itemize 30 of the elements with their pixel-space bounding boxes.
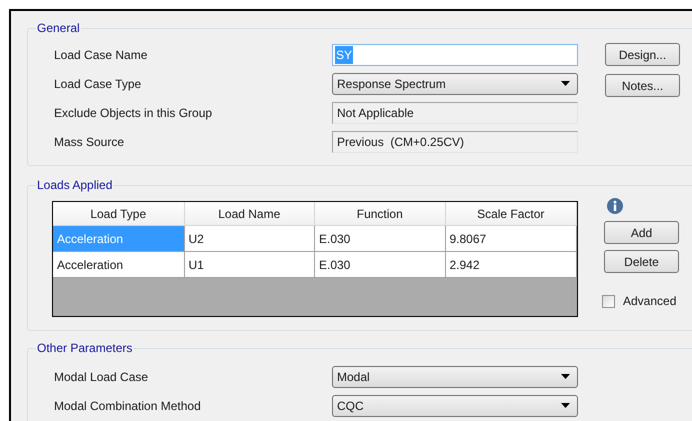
dropdown[interactable]: CQC [332, 394, 578, 416]
column-header[interactable]: Scale Factor [446, 202, 577, 225]
info-icon [607, 198, 623, 214]
field-label: Load Case Type [53, 76, 142, 92]
checkbox[interactable] [602, 294, 615, 308]
dropdown[interactable]: Response Spectrum [332, 72, 578, 94]
table-cell[interactable]: 2.942 [446, 252, 577, 277]
caret-icon [561, 81, 570, 86]
dropdown[interactable]: Modal [332, 366, 578, 388]
readonly-field: Not Applicable [332, 102, 578, 124]
button[interactable]: Design... [605, 43, 680, 66]
table-cell[interactable]: U1 [184, 252, 315, 277]
field-label: Mass Source [53, 134, 126, 150]
field-label: Exclude Objects in this Group [53, 104, 214, 122]
group-title: Loads Applied [36, 177, 114, 193]
caret-icon [561, 374, 570, 379]
button[interactable]: Delete [604, 250, 679, 273]
button[interactable]: Add [604, 221, 679, 244]
column-header[interactable]: Function [315, 202, 446, 225]
field-label: Modal Load Case [53, 368, 150, 386]
caret-icon [561, 403, 570, 408]
button[interactable]: Notes... [605, 74, 680, 97]
table-cell[interactable]: U2 [184, 226, 315, 251]
column-header[interactable]: Load Name [184, 202, 315, 225]
field-label: Modal Combination Method [53, 398, 202, 414]
readonly-field: Previous (CM+0.25CV) [332, 130, 578, 152]
table-cell[interactable]: 9.8067 [446, 226, 577, 251]
column-header[interactable]: Load Type [53, 202, 184, 225]
field-label: Load Case Name [53, 46, 148, 64]
checkbox-label[interactable]: Advanced [623, 292, 676, 310]
